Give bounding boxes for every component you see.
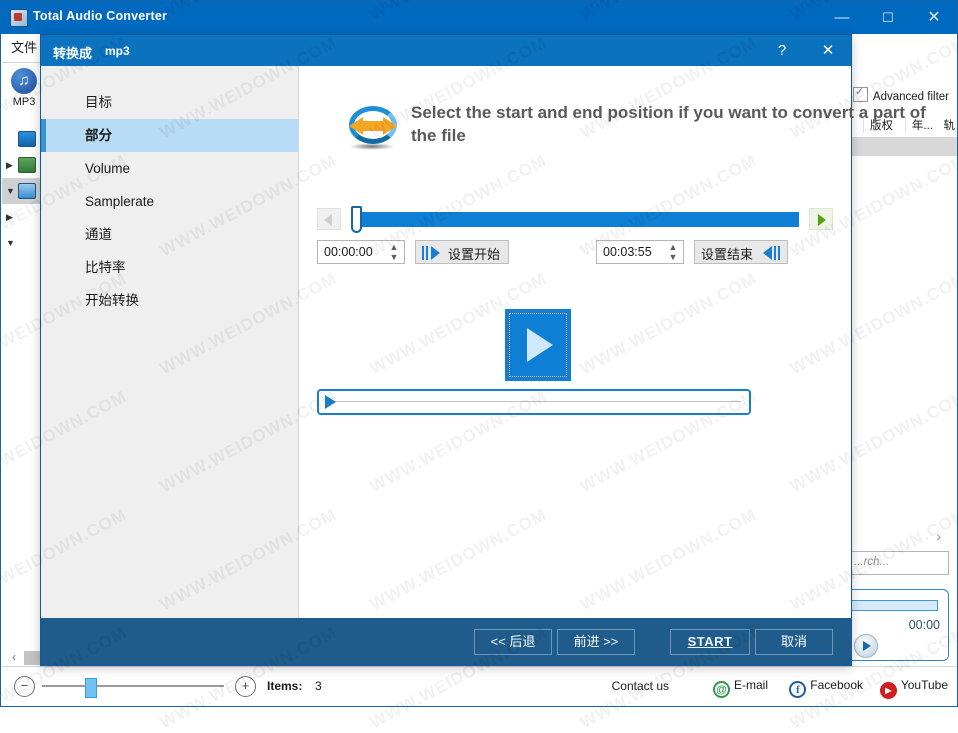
seek-track (331, 401, 741, 402)
search-input[interactable]: ...rch... (849, 551, 949, 575)
set-end-button[interactable]: 设置结束 (694, 240, 788, 264)
youtube-icon: ▶ (879, 682, 897, 699)
facebook-label: Facebook (810, 678, 863, 692)
zoom-slider-track[interactable] (42, 685, 224, 687)
two-way-arrows-icon (345, 104, 401, 150)
youtube-label: YouTube (900, 678, 948, 692)
start-button-label: START (687, 634, 733, 649)
maximize-button[interactable]: ☐ (865, 1, 911, 34)
spinner-arrows-icon[interactable]: ▲ ▼ (667, 242, 679, 263)
arrow-left-icon[interactable] (317, 208, 341, 230)
sidebar-item-bitrate[interactable]: 比特率 (41, 251, 298, 284)
sidebar-item-part[interactable]: 部分 (41, 119, 298, 152)
sidebar-item-volume[interactable]: Volume (41, 152, 298, 185)
expander-icon[interactable]: ▼ (6, 186, 15, 196)
items-count: 3 (315, 679, 322, 693)
start-time-input[interactable]: 00:00:00 ▲ ▼ (317, 240, 405, 264)
player-time: 00:00 (908, 618, 940, 632)
dialog-close-button[interactable]: ✕ (805, 35, 851, 66)
items-label: Items: (267, 679, 303, 693)
help-button[interactable]: ? (759, 35, 805, 66)
app-icon (10, 9, 28, 27)
contact-us-label: Contact us (611, 679, 669, 693)
dialog-title-format: mp3 (105, 44, 130, 58)
facebook-link[interactable]: f Facebook (789, 678, 863, 698)
start-time-value: 00:00:00 (324, 245, 373, 259)
zoom-in-button[interactable]: + (235, 676, 256, 697)
dialog-title: 转换成 (53, 46, 93, 61)
monitor-icon (18, 131, 36, 147)
end-time-value: 00:03:55 (603, 245, 652, 259)
expander-icon[interactable]: ▶ (6, 160, 13, 171)
chevron-right-icon[interactable]: › (936, 528, 941, 544)
play-icon[interactable] (854, 634, 878, 658)
minimize-button[interactable]: — (819, 1, 865, 34)
title-bar: Total Audio Converter — ☐ ✕ (1, 1, 957, 34)
email-label: E-mail (733, 678, 768, 692)
set-start-triangle-icon (431, 246, 440, 260)
computer-icon (18, 183, 36, 199)
dialog-heading: Select the start and end position if you… (411, 103, 926, 145)
sidebar-item-channels[interactable]: 通道 (41, 218, 298, 251)
email-icon: @ (712, 681, 730, 698)
sidebar-item-target[interactable]: 目标 (41, 86, 298, 119)
cancel-button[interactable]: 取消 (755, 629, 833, 655)
scroll-left-icon[interactable]: ‹ (12, 650, 16, 664)
zoom-slider-thumb[interactable] (85, 678, 97, 698)
seek-cursor-icon[interactable] (325, 395, 336, 409)
preview-play-button[interactable] (505, 309, 571, 381)
expander-icon[interactable]: ▶ (6, 212, 13, 223)
back-button[interactable]: << 后退 (474, 629, 552, 655)
dialog-step-list: 目标 部分 Volume Samplerate 通道 比特率 开始转换 (41, 66, 299, 618)
dialog-title-bar: 转换成 mp3 ? ✕ (41, 35, 851, 66)
position-trackbar[interactable] (351, 212, 799, 227)
checkbox-icon[interactable] (852, 85, 868, 102)
set-start-button[interactable]: 设置开始 (415, 240, 509, 264)
next-button[interactable]: 前进 >> (557, 629, 635, 655)
status-bar: − + Items: 3 Contact us @ E-mail f Faceboo… (2, 666, 956, 705)
preview-player-panel: 00:00 (826, 589, 949, 661)
trackbar-thumb[interactable] (351, 206, 362, 233)
set-end-label: 设置结束 (701, 247, 754, 262)
email-link[interactable]: @ E-mail (712, 678, 768, 698)
set-end-triangle-icon (763, 246, 772, 260)
expander-icon[interactable]: ▼ (6, 238, 15, 248)
sidebar-item-start-conversion[interactable]: 开始转换 (41, 284, 298, 317)
set-start-label: 设置开始 (448, 247, 501, 262)
preview-seek-bar[interactable] (317, 389, 751, 415)
facebook-icon: f (789, 681, 807, 698)
set-end-icon (774, 246, 781, 260)
set-start-icon (422, 246, 429, 260)
sidebar-item-samplerate[interactable]: Samplerate (41, 185, 298, 218)
dialog-body: 目标 部分 Volume Samplerate 通道 比特率 开始转换 Sele… (41, 66, 926, 618)
zoom-out-button[interactable]: − (14, 676, 35, 697)
dialog-main-panel: Select the start and end position if you… (299, 66, 926, 618)
arrow-right-icon[interactable] (809, 208, 833, 230)
column-header-track[interactable]: 轨 (938, 117, 956, 133)
app-title: Total Audio Converter (33, 9, 168, 23)
close-button[interactable]: ✕ (911, 1, 957, 34)
dialog-footer: << 后退 前进 >> START 取消 (41, 618, 851, 665)
user-icon (18, 157, 36, 173)
advanced-filter-checkbox[interactable]: Advanced filter (852, 85, 949, 103)
start-button[interactable]: START (670, 629, 750, 655)
end-time-input[interactable]: 00:03:55 ▲ ▼ (596, 240, 684, 264)
youtube-link[interactable]: ▶ YouTube (879, 678, 948, 699)
music-note-icon: ♫ (11, 68, 37, 94)
play-icon (527, 328, 553, 362)
convert-dialog: 转换成 mp3 ? ✕ 目标 部分 Volume Samplerate 通道 比… (40, 34, 926, 666)
spinner-arrows-icon[interactable]: ▲ ▼ (388, 242, 400, 263)
